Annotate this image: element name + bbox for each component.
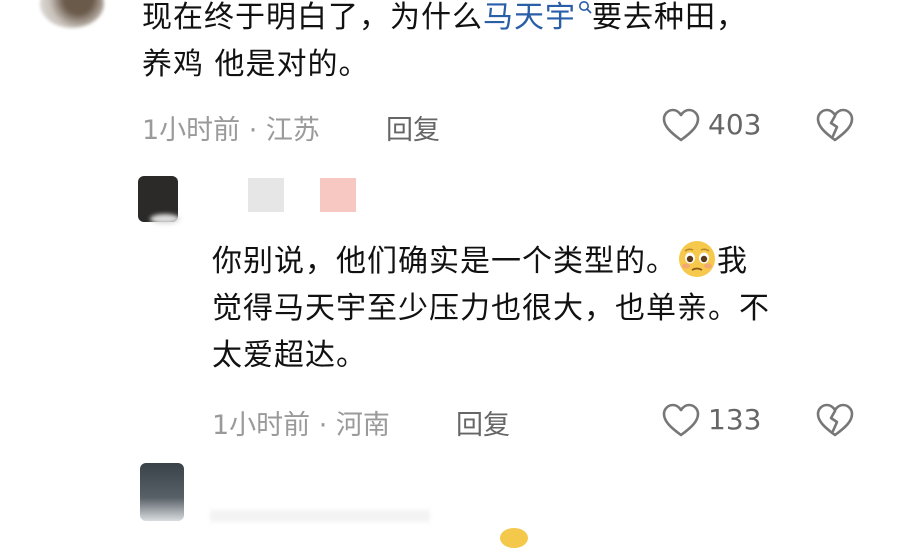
comment-time-location: 1小时前 · 江苏 [142, 115, 320, 146]
like-count: 403 [708, 108, 762, 141]
like-button[interactable]: 133 [662, 401, 772, 441]
comment-line: 养鸡 他是对的。 [142, 47, 370, 82]
username-redacted[interactable] [210, 510, 430, 522]
comment-line: 你别说，他们确实是一个类型的。 我 [212, 238, 872, 285]
avatar[interactable] [40, 0, 104, 28]
comment-line: 现在终于明白了，为什么马天宇 要去种田， [142, 0, 747, 35]
username-redacted[interactable] [248, 178, 284, 212]
avatar[interactable] [140, 463, 184, 521]
broken-heart-icon[interactable] [816, 108, 854, 144]
avatar-shadow [150, 214, 180, 224]
like-count: 133 [708, 403, 762, 436]
heart-icon [662, 403, 700, 437]
topic-link[interactable]: 马天宇 [483, 0, 592, 35]
emoji-partial [500, 528, 528, 548]
comment-time-location: 1小时前 · 河南 [212, 410, 390, 441]
username-redacted[interactable] [320, 178, 356, 212]
search-icon [578, 1, 592, 16]
comment-body: 你别说，他们确实是一个类型的。 我 觉得马天宇至少压力也很大，也单亲。不 太爱超… [212, 238, 872, 379]
broken-heart-icon[interactable] [816, 403, 854, 439]
reply-button[interactable]: 回复 [456, 403, 510, 442]
comment-line: 太爱超达。 [212, 338, 367, 373]
reply-button[interactable]: 回复 [386, 108, 440, 147]
like-button[interactable]: 403 [662, 106, 772, 146]
comment-line: 觉得马天宇至少压力也很大，也单亲。不 [212, 291, 770, 326]
comment-body: 现在终于明白了，为什么马天宇 要去种田， 养鸡 他是对的。 [142, 0, 862, 88]
heart-icon [662, 108, 700, 142]
pleading-face-emoji [679, 241, 715, 277]
